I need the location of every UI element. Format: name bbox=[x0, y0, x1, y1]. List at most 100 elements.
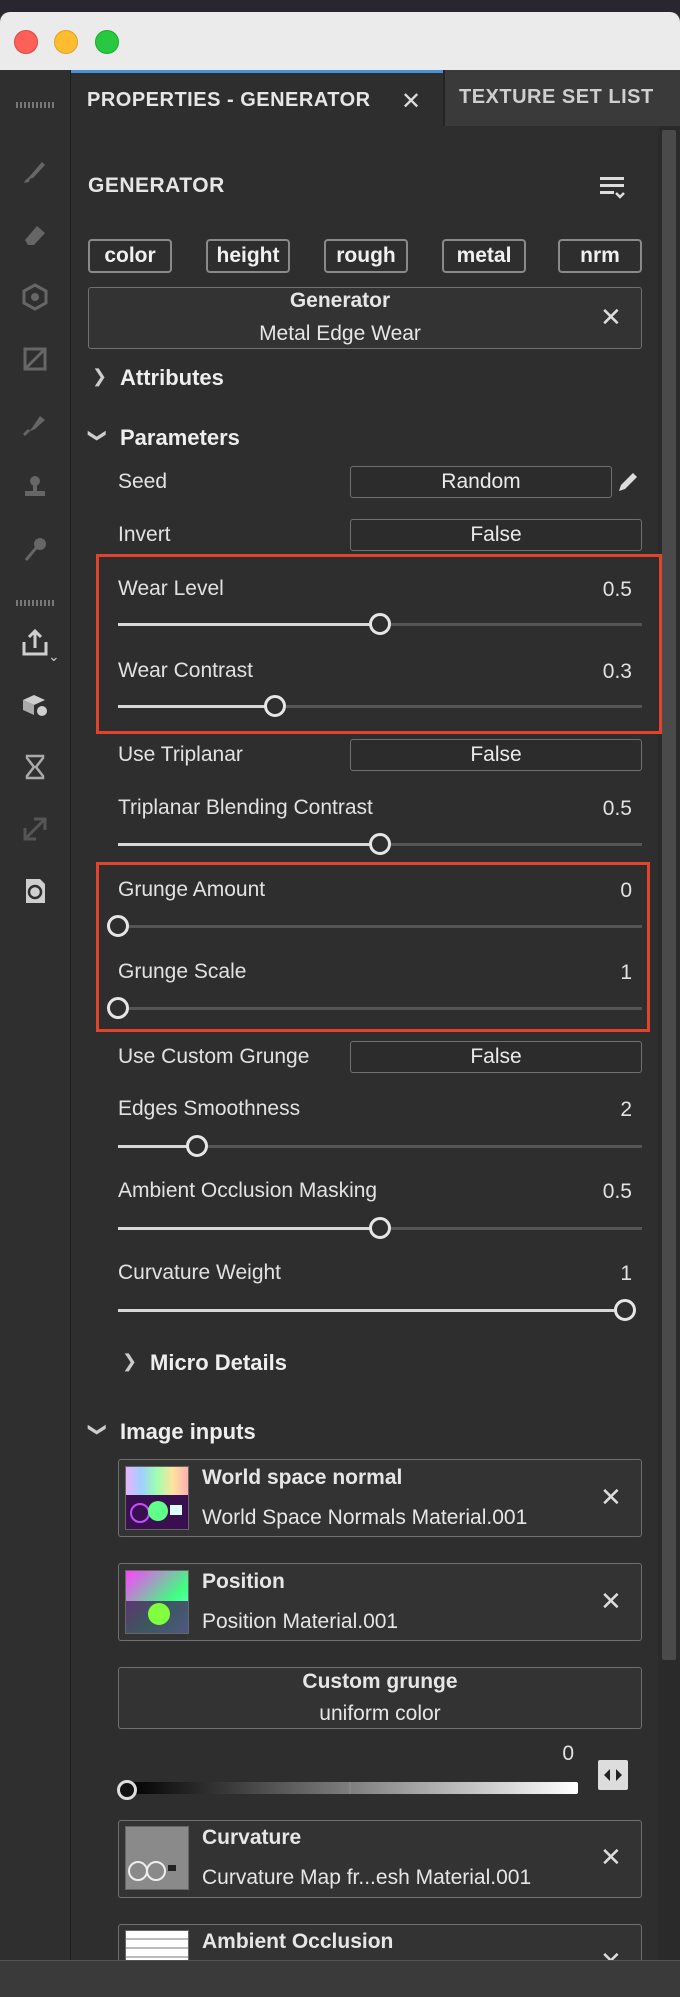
slider-fill bbox=[118, 1309, 625, 1312]
ao-masking-value: 0.5 bbox=[602, 1180, 632, 1203]
custom-grunge-value: 0 bbox=[562, 1742, 574, 1765]
position-subtitle: Position Material.001 bbox=[202, 1610, 399, 1633]
slider-knob[interactable] bbox=[186, 1135, 208, 1157]
close-window-button[interactable] bbox=[14, 30, 38, 54]
slider-knob[interactable] bbox=[369, 833, 391, 855]
tab-properties-generator[interactable]: PROPERTIES - GENERATOR ✕ bbox=[71, 70, 443, 126]
generator-card-title: Generator bbox=[289, 289, 391, 312]
close-icon[interactable]: ✕ bbox=[600, 1482, 622, 1513]
wear-contrast-slider[interactable] bbox=[118, 695, 642, 717]
ao-masking-label: Ambient Occlusion Masking bbox=[118, 1179, 378, 1202]
micro-details-section[interactable]: Micro Details bbox=[150, 1350, 287, 1376]
zoom-window-button[interactable] bbox=[95, 30, 119, 54]
smudge-icon[interactable] bbox=[18, 406, 52, 440]
invert-dropdown[interactable]: False bbox=[350, 519, 642, 551]
grunge-scale-slider[interactable] bbox=[107, 997, 642, 1019]
chevron-down-icon[interactable]: ⌄ bbox=[48, 648, 60, 665]
grunge-scale-value: 1 bbox=[620, 961, 632, 984]
toolbar-grip[interactable] bbox=[16, 600, 54, 606]
menu-list-icon[interactable] bbox=[598, 172, 628, 207]
clone-stamp-icon[interactable] bbox=[18, 470, 52, 504]
slider-knob[interactable] bbox=[369, 1217, 391, 1239]
world-normal-thumbnail bbox=[125, 1466, 189, 1530]
paint-brush-icon[interactable] bbox=[18, 154, 52, 188]
wear-contrast-label: Wear Contrast bbox=[118, 659, 253, 682]
curvature-weight-value: 1 bbox=[620, 1262, 632, 1285]
use-triplanar-dropdown[interactable]: False bbox=[350, 739, 642, 771]
slider-knob[interactable] bbox=[369, 613, 391, 635]
ao-masking-slider[interactable] bbox=[118, 1217, 642, 1239]
curvature-thumbnail bbox=[125, 1826, 189, 1890]
hourglass-icon[interactable] bbox=[18, 750, 52, 784]
close-icon[interactable]: ✕ bbox=[401, 87, 421, 116]
desktop-strip bbox=[0, 0, 680, 12]
attributes-section[interactable]: Attributes bbox=[120, 365, 224, 391]
chevron-down-icon[interactable]: ❯ bbox=[87, 428, 108, 443]
grunge-amount-value: 0 bbox=[620, 879, 632, 902]
use-custom-grunge-label: Use Custom Grunge bbox=[118, 1045, 310, 1068]
slider-fill bbox=[118, 1227, 380, 1230]
slider-fill bbox=[118, 623, 380, 626]
expand-icon[interactable] bbox=[18, 812, 52, 846]
position-thumbnail bbox=[125, 1570, 189, 1634]
generator-card-subtitle: Metal Edge Wear bbox=[259, 322, 421, 345]
color-picker-icon[interactable] bbox=[18, 532, 52, 566]
custom-grunge-subtitle: uniform color bbox=[319, 1702, 441, 1725]
channel-height-button[interactable]: height bbox=[206, 239, 290, 273]
chevron-down-icon[interactable]: ❯ bbox=[87, 1422, 108, 1437]
sync-document-icon[interactable] bbox=[18, 874, 52, 908]
swap-icon[interactable] bbox=[598, 1760, 628, 1790]
chevron-right-icon[interactable]: ❯ bbox=[92, 366, 107, 387]
use-triplanar-label: Use Triplanar bbox=[118, 743, 243, 766]
scrollbar-thumb[interactable] bbox=[662, 130, 676, 1660]
triplanar-blending-label: Triplanar Blending Contrast bbox=[118, 796, 373, 819]
custom-grunge-title: Custom grunge bbox=[302, 1670, 458, 1693]
eraser-icon[interactable] bbox=[18, 218, 52, 252]
wear-level-value: 0.5 bbox=[602, 578, 632, 601]
channel-metal-button[interactable]: metal bbox=[442, 239, 526, 273]
close-icon[interactable]: ✕ bbox=[600, 302, 622, 333]
edges-smoothness-value: 2 bbox=[620, 1098, 632, 1121]
wear-level-label: Wear Level bbox=[118, 577, 224, 600]
wear-level-slider[interactable] bbox=[118, 613, 642, 635]
gradient-knob[interactable] bbox=[117, 1780, 137, 1800]
close-icon[interactable]: ✕ bbox=[600, 1842, 622, 1873]
world-normal-title: World space normal bbox=[202, 1466, 403, 1489]
export-icon[interactable] bbox=[18, 626, 52, 660]
pencil-icon[interactable] bbox=[614, 468, 642, 501]
curvature-weight-slider[interactable] bbox=[118, 1299, 636, 1321]
channel-color-button[interactable]: color bbox=[88, 239, 172, 273]
world-normal-subtitle: World Space Normals Material.001 bbox=[202, 1506, 528, 1529]
slider-knob[interactable] bbox=[614, 1299, 636, 1321]
panel-title: GENERATOR bbox=[88, 174, 225, 197]
channel-nrm-button[interactable]: nrm bbox=[558, 239, 642, 273]
slider-knob[interactable] bbox=[107, 997, 129, 1019]
tab-label: TEXTURE SET LIST bbox=[459, 86, 654, 108]
polygon-fill-icon[interactable] bbox=[18, 342, 52, 376]
triplanar-blending-value: 0.5 bbox=[602, 797, 632, 820]
grunge-gradient-slider[interactable] bbox=[126, 1782, 578, 1794]
use-custom-grunge-dropdown[interactable]: False bbox=[350, 1041, 642, 1073]
edges-smoothness-slider[interactable] bbox=[118, 1135, 642, 1157]
chevron-right-icon[interactable]: ❯ bbox=[122, 1351, 137, 1372]
projection-icon[interactable] bbox=[18, 280, 52, 314]
slider-fill bbox=[118, 843, 380, 846]
image-inputs-section[interactable]: Image inputs bbox=[120, 1419, 256, 1445]
seed-label: Seed bbox=[118, 470, 168, 493]
tab-texture-set-list[interactable]: TEXTURE SET LIST bbox=[445, 70, 680, 126]
triplanar-blending-slider[interactable] bbox=[118, 833, 642, 855]
bake-mesh-icon[interactable] bbox=[18, 688, 52, 722]
curvature-title: Curvature bbox=[202, 1826, 302, 1849]
slider-knob[interactable] bbox=[107, 915, 129, 937]
channel-rough-button[interactable]: rough bbox=[324, 239, 408, 273]
grunge-amount-slider[interactable] bbox=[107, 915, 642, 937]
wear-contrast-value: 0.3 bbox=[602, 660, 632, 683]
close-icon[interactable]: ✕ bbox=[600, 1586, 622, 1617]
toolbar-grip[interactable] bbox=[16, 102, 54, 108]
parameters-section[interactable]: Parameters bbox=[120, 425, 240, 451]
minimize-window-button[interactable] bbox=[54, 30, 78, 54]
grunge-scale-label: Grunge Scale bbox=[118, 960, 247, 983]
slider-knob[interactable] bbox=[264, 695, 286, 717]
seed-random-button[interactable]: Random bbox=[350, 466, 612, 498]
curvature-subtitle: Curvature Map fr...esh Material.001 bbox=[202, 1866, 532, 1889]
